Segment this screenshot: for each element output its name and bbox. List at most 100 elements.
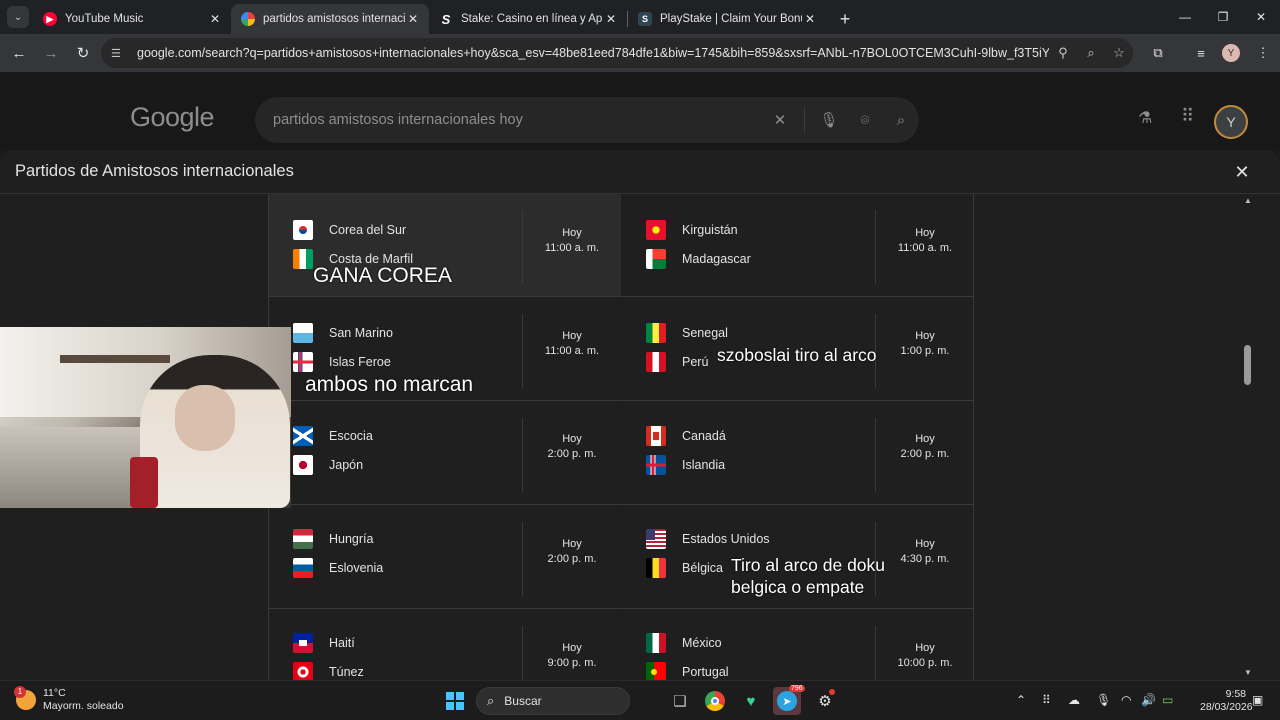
home-team: Corea del Sur [293, 220, 406, 240]
match-card[interactable]: Escocia Japón Hoy 2:00 p. m. [269, 402, 621, 505]
google-logo[interactable]: Google [130, 102, 215, 133]
team-name: Madagascar [682, 252, 751, 266]
webcam-overlay [0, 327, 291, 508]
google-icon [241, 12, 255, 26]
match-day: Hoy [562, 227, 582, 239]
scrollbar-thumb[interactable] [1244, 345, 1251, 385]
wifi-icon[interactable]: ◠ [1121, 693, 1131, 707]
tab-playstake[interactable]: S PlayStake | Claim Your Bonus ✕ [628, 4, 826, 34]
telegram-taskbar-button[interactable]: ➤ 796 [773, 685, 805, 715]
belgium-flag [646, 558, 666, 578]
new-tab-button[interactable]: + [832, 6, 858, 32]
system-clock[interactable]: 9:58 28/03/2026 [1200, 688, 1253, 714]
labs-flask-icon[interactable]: ⚗ [1138, 108, 1152, 128]
tab-title: partidos amistosos internacionales [263, 13, 405, 25]
match-time: 1:00 p. m. [900, 345, 950, 357]
iceland-flag [646, 455, 666, 475]
weather-widget[interactable]: 1 11°C Mayorm. soleado [14, 686, 124, 713]
match-time: 2:00 p. m. [547, 448, 597, 460]
team-name: México [682, 636, 722, 650]
apps-grid-icon[interactable]: ⠿ [1181, 106, 1194, 127]
team-name: Escocia [329, 429, 373, 443]
back-button[interactable]: ← [4, 38, 34, 68]
url-text[interactable]: google.com/search?q=partidos+amistosos+i… [137, 46, 1049, 60]
close-icon[interactable]: ✕ [603, 11, 619, 27]
chevron-up-icon[interactable]: ⌃ [1016, 693, 1026, 707]
search-query[interactable]: partidos amistosos internacionales hoy [273, 112, 762, 128]
close-panel-button[interactable]: ✕ [1230, 160, 1254, 184]
forward-button[interactable]: → [36, 38, 66, 68]
restore-button[interactable]: ❐ [1204, 0, 1242, 34]
volume-icon[interactable]: 🔊 [1141, 693, 1156, 707]
site-info-icon[interactable]: ☰ [111, 47, 127, 60]
google-search-box[interactable]: partidos amistosos internacionales hoy ✕… [255, 97, 919, 143]
close-window-button[interactable]: ✕ [1242, 0, 1280, 34]
avatar-initial: Y [1226, 114, 1236, 130]
search-icon[interactable]: ⌕ [883, 112, 919, 129]
match-card[interactable]: México Portugal Hoy 10:00 p. m. [622, 610, 973, 680]
notification-bell-icon[interactable]: ▣ [1252, 693, 1263, 707]
match-day: Hoy [915, 538, 935, 550]
extensions-button[interactable]: ⧉ [1143, 34, 1173, 72]
chrome-taskbar-button[interactable] [701, 687, 729, 715]
app-taskbar-button[interactable]: ⚙ [811, 687, 839, 715]
lens-camera-icon[interactable]: ⌾ [847, 112, 883, 129]
match-time: 10:00 p. m. [897, 657, 953, 669]
zoom-icon[interactable]: ⌕ [1077, 45, 1105, 61]
team-name: Corea del Sur [329, 223, 407, 237]
team-name: Hungría [329, 532, 374, 546]
location-icon[interactable]: ⚲ [1049, 45, 1077, 61]
address-bar[interactable]: ☰ google.com/search?q=partidos+amistosos… [101, 38, 1133, 68]
microphone-icon[interactable]: 🎙 [1096, 693, 1111, 707]
away-team: Islandia [646, 455, 725, 475]
clear-icon[interactable]: ✕ [762, 111, 798, 129]
team-name: San Marino [329, 326, 393, 340]
app-taskbar-button[interactable]: ♥ [737, 687, 765, 715]
match-card[interactable]: Haití Túnez Hoy 9:00 p. m. [269, 610, 621, 680]
notification-badge: 796 [789, 685, 805, 692]
close-icon[interactable]: ✕ [405, 11, 421, 27]
reload-icon: ↻ [76, 45, 90, 62]
bookmark-star-icon[interactable]: ☆ [1105, 45, 1133, 61]
cloud-icon[interactable]: ☁ [1068, 693, 1080, 707]
media-controls-button[interactable]: ≡ [1186, 34, 1216, 72]
scroll-down-arrow-icon[interactable]: ▼ [1243, 668, 1253, 678]
tab-search-button[interactable]: ⌄ [7, 6, 29, 28]
youtube-music-icon: ▶ [43, 12, 57, 26]
home-team: Hungría [293, 529, 373, 549]
task-view-button[interactable]: ❏ [666, 687, 694, 715]
tab-youtube-music[interactable]: ▶ YouTube Music ✕ [33, 4, 231, 34]
tray-apps-icon[interactable]: ⠿ [1042, 693, 1051, 707]
close-icon[interactable]: ✕ [207, 11, 223, 27]
scroll-up-arrow-icon[interactable]: ▲ [1243, 196, 1253, 206]
match-card[interactable]: Hungría Eslovenia Hoy 2:00 p. m. [269, 506, 621, 609]
tab-stake-casino[interactable]: S Stake: Casino en línea y Apuestas ✕ [429, 4, 627, 34]
mexico-flag [646, 633, 666, 653]
microphone-icon[interactable]: 🎙 [811, 111, 847, 129]
reload-button[interactable]: ↻ [68, 38, 98, 68]
match-day: Hoy [915, 330, 935, 342]
start-button[interactable] [441, 687, 469, 715]
home-team: Kirguistán [646, 220, 738, 240]
battery-icon[interactable]: ▭ [1162, 693, 1173, 707]
browser-menu-button[interactable]: ⋮ [1248, 34, 1278, 72]
heart-app-icon: ♥ [746, 692, 756, 710]
match-card[interactable]: Kirguistán Madagascar Hoy 11:00 a. m. [622, 194, 973, 297]
taskbar-search[interactable]: ⌕ Buscar [476, 687, 630, 715]
home-team: Canadá [646, 426, 726, 446]
telegram-icon: ➤ [777, 691, 797, 711]
profile-button[interactable]: Y [1216, 34, 1246, 72]
minimize-button[interactable]: — [1166, 0, 1204, 34]
account-avatar[interactable]: Y [1214, 105, 1248, 139]
match-day: Hoy [915, 433, 935, 445]
webcam-shelf [60, 355, 170, 363]
stream-caption: ambos no marcan [305, 373, 474, 396]
hungary-flag [293, 529, 313, 549]
match-card[interactable]: Canadá Islandia Hoy 2:00 p. m. [622, 402, 973, 505]
search-icon: ⌕ [487, 693, 495, 708]
tab-google-search[interactable]: partidos amistosos internacionales ✕ [231, 4, 429, 34]
match-time: 11:00 a. m. [544, 345, 600, 357]
webcam-cup [130, 457, 158, 508]
haiti-flag [293, 633, 313, 653]
close-icon[interactable]: ✕ [802, 11, 818, 27]
